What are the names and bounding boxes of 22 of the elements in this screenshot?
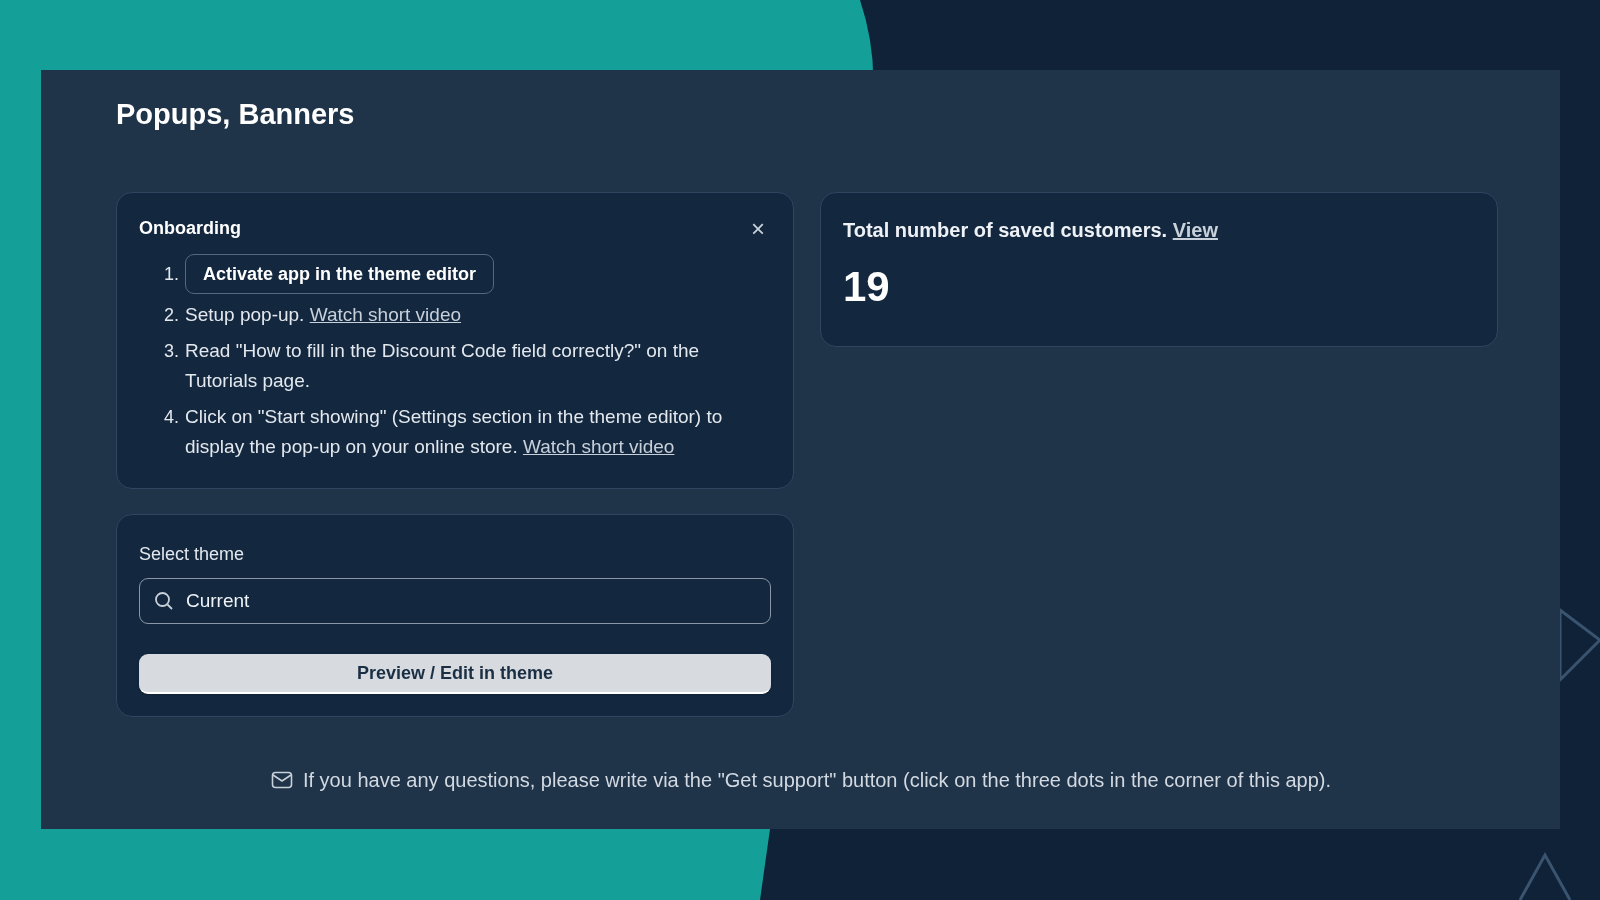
step-text: Read "How to fill in the Discount Code field correctly?" on the Tutorials page. (185, 339, 701, 394)
step-number: 1. (163, 263, 179, 287)
video-link[interactable]: Watch short video (309, 304, 462, 326)
support-note: If you have any questions, please write via the "Get support" button (click on the three dots in the corner of this app). (302, 768, 1332, 794)
close-button[interactable]: × (751, 216, 765, 241)
activate-app-button[interactable]: Activate app in the theme editor (185, 254, 495, 295)
card-title: Total number of saved customers. (843, 219, 1168, 242)
card-title: Onboarding (139, 217, 241, 241)
step-number: 3. (163, 340, 179, 364)
field-label: Select theme (139, 543, 246, 567)
customer-count: 19 (843, 262, 891, 313)
search-icon (154, 591, 174, 612)
step-number: 2. (163, 304, 179, 328)
step-text: Click on "Start showing" (Settings section in the theme editor) to display the pop-up on your online store. Watch short video (185, 405, 724, 460)
step-text: Setup pop-up. Watch short video (185, 303, 462, 328)
mail-icon (270, 771, 293, 790)
preview-button[interactable]: Preview / Edit in theme (139, 654, 771, 695)
view-link[interactable]: View (1172, 219, 1218, 242)
video-link[interactable]: Watch short video (523, 436, 675, 458)
page-title: Popups, Banners (116, 97, 356, 132)
theme-search-field[interactable]: Current (139, 578, 771, 625)
step-number: 4. (163, 406, 179, 430)
